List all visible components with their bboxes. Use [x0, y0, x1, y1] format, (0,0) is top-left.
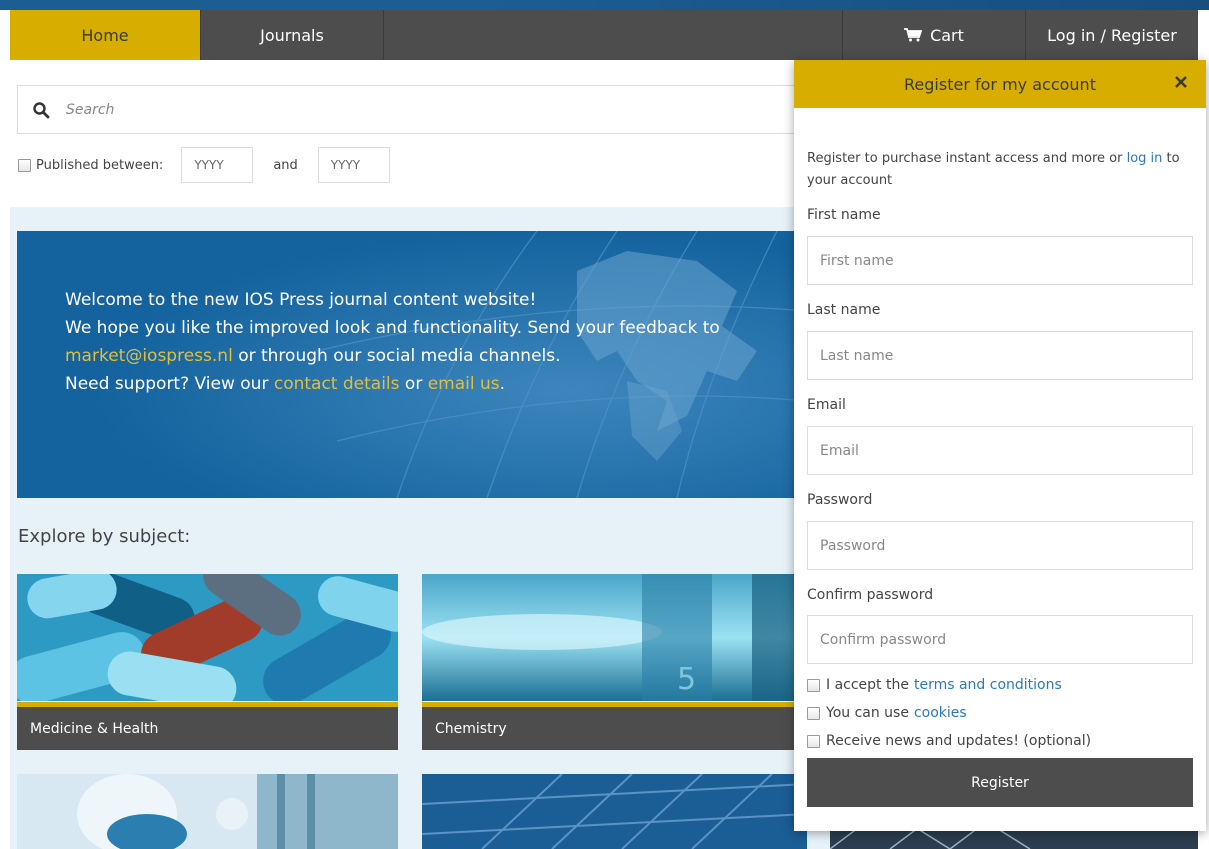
nav-login-register[interactable]: Log in / Register [1026, 10, 1198, 60]
register-intro: Register to purchase instant access and … [807, 148, 1197, 192]
feedback-email-link[interactable]: market@iospress.nl [65, 346, 233, 366]
nav-cart[interactable]: Cart [843, 10, 1026, 60]
nav-home[interactable]: Home [10, 10, 201, 60]
password-field[interactable] [807, 521, 1193, 570]
nav-cart-label: Cart [930, 25, 964, 45]
banner-line-4-prefix: Need support? View our [65, 374, 274, 394]
subject-tile-medicine[interactable]: Medicine & Health [17, 574, 398, 750]
explore-title: Explore by subject: [18, 526, 191, 547]
intro-prefix: Register to purchase instant access and … [807, 151, 1127, 166]
login-link[interactable]: log in [1127, 151, 1163, 166]
subject-label-chemistry: Chemistry [422, 702, 807, 750]
terms-link[interactable]: terms and conditions [914, 677, 1062, 693]
terms-checkbox[interactable] [807, 678, 820, 692]
main-nav: Home Journals Cart Log in / Register [10, 10, 1198, 60]
subject-label-medicine: Medicine & Health [17, 702, 398, 750]
year-to-input[interactable]: YYYY [317, 147, 390, 183]
close-icon[interactable] [1174, 75, 1188, 89]
password-label: Password [807, 492, 873, 508]
medicine-image [17, 574, 398, 701]
email-label: Email [807, 397, 846, 413]
svg-text:5: 5 [677, 662, 696, 697]
register-button[interactable]: Register [807, 758, 1193, 807]
email-field[interactable] [807, 426, 1193, 475]
confirm-password-label: Confirm password [807, 587, 934, 603]
modal-header: Register for my account [794, 60, 1206, 108]
published-filter: Published between: YYYY and YYYY [18, 147, 390, 183]
news-label: Receive news and updates! (optional) [826, 733, 1092, 749]
banner-or: or [399, 374, 428, 394]
banner-line-3-rest: or through our social media channels. [232, 346, 561, 366]
banner-text: Welcome to the new IOS Press journal con… [65, 286, 720, 398]
first-name-label: First name [807, 207, 881, 223]
and-label: and [273, 157, 298, 173]
contact-details-link[interactable]: contact details [274, 374, 400, 394]
first-name-field[interactable] [807, 236, 1193, 285]
lab-image [17, 774, 398, 849]
banner-line-4: Need support? View our contact details o… [65, 370, 720, 398]
cookies-label: You can use [826, 705, 909, 721]
banner-line-3: market@iospress.nl or through our social… [65, 342, 720, 370]
subject-tile-solar[interactable] [422, 774, 807, 849]
email-us-link[interactable]: email us [428, 374, 500, 394]
cookies-link[interactable]: cookies [914, 705, 967, 721]
cookies-option: You can use cookies [807, 705, 967, 721]
chemistry-image: 5 [422, 574, 807, 701]
subject-tile-lab[interactable] [17, 774, 398, 849]
nav-journals[interactable]: Journals [201, 10, 384, 60]
register-modal: Register for my account Register to purc… [794, 60, 1206, 831]
search-input[interactable] [66, 101, 766, 118]
search-bar [17, 85, 807, 134]
nav-spacer [384, 10, 843, 60]
cookies-checkbox[interactable] [807, 706, 820, 720]
top-strip [0, 0, 1209, 10]
welcome-banner: Welcome to the new IOS Press journal con… [17, 231, 807, 498]
last-name-field[interactable] [807, 331, 1193, 380]
terms-option: I accept the terms and conditions [807, 677, 1062, 693]
banner-period: . [499, 374, 506, 394]
year-from-input[interactable]: YYYY [181, 147, 254, 183]
banner-line-1: Welcome to the new IOS Press journal con… [65, 290, 537, 310]
cart-icon [904, 28, 923, 42]
terms-label: I accept the [826, 677, 909, 693]
search-icon[interactable] [32, 101, 50, 119]
solar-image [422, 774, 807, 849]
banner-line-2: We hope you like the improved look and f… [65, 318, 720, 338]
published-label: Published between: [36, 157, 164, 173]
published-checkbox[interactable] [18, 158, 31, 172]
last-name-label: Last name [807, 302, 881, 318]
confirm-password-field[interactable] [807, 615, 1193, 664]
modal-title: Register for my account [904, 74, 1096, 94]
news-checkbox[interactable] [807, 734, 820, 748]
news-option: Receive news and updates! (optional) [807, 733, 1091, 749]
subject-tile-chemistry[interactable]: 5 Chemistry [422, 574, 807, 750]
